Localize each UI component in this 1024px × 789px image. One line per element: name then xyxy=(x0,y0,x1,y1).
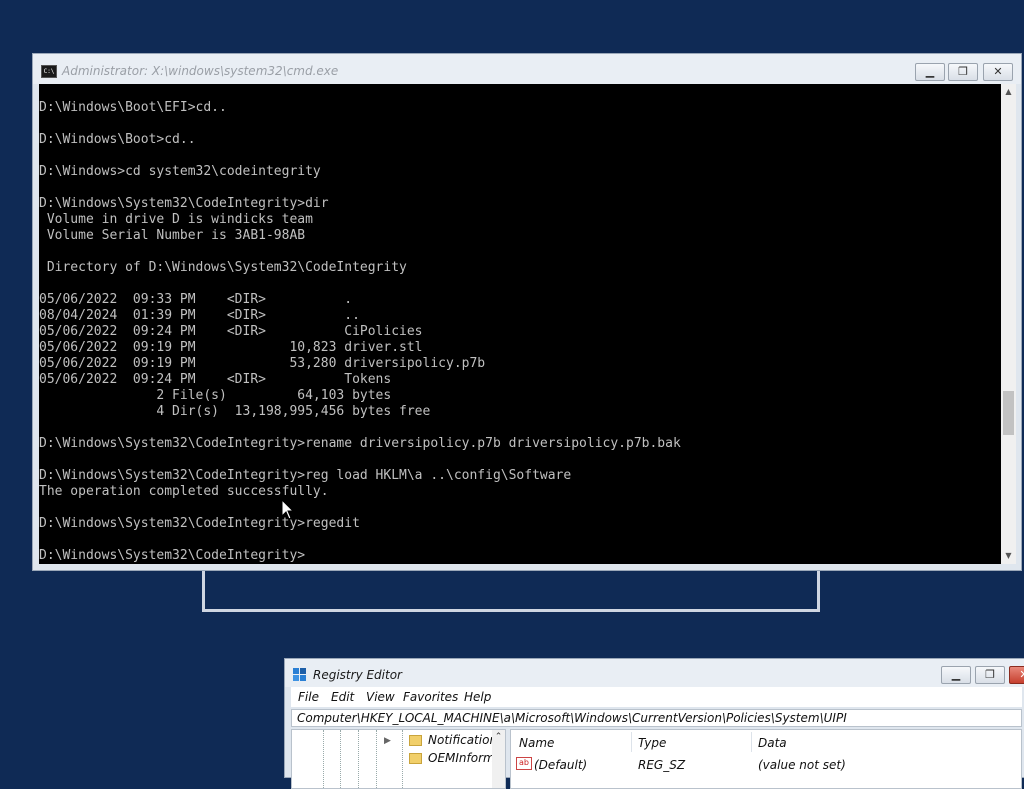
tree-item-label: Notificatior xyxy=(428,733,495,747)
maximize-button[interactable]: ❐ xyxy=(948,63,978,81)
folder-icon xyxy=(409,735,422,746)
console-line: The operation completed successfully. xyxy=(39,484,329,499)
console-line: D:\Windows\System32\CodeIntegrity>rename… xyxy=(39,436,681,451)
values-list[interactable]: Name Type Data ab (Default) REG_SZ (valu… xyxy=(510,729,1022,789)
console-line: Directory of D:\Windows\System32\CodeInt… xyxy=(39,260,407,275)
column-header-name[interactable]: Name xyxy=(519,736,554,750)
close-icon: ✕ xyxy=(993,65,1003,78)
scroll-up-arrow-icon[interactable]: ▲ xyxy=(1001,84,1016,100)
minimize-button[interactable]: ▁ xyxy=(941,666,971,684)
close-button[interactable]: ✕ xyxy=(1009,666,1024,684)
console-line: D:\Windows\System32\CodeIntegrity>dir xyxy=(39,196,329,211)
scroll-down-arrow-icon[interactable]: ▼ xyxy=(1001,548,1016,564)
maximize-button[interactable]: ❐ xyxy=(975,666,1005,684)
value-type: REG_SZ xyxy=(638,758,686,772)
reg-sz-icon: ab xyxy=(516,757,532,770)
cmd-window-title: Administrator: X:\windows\system32\cmd.e… xyxy=(62,64,339,78)
console-line: Volume Serial Number is 3AB1-98AB xyxy=(39,228,306,243)
scrollbar-thumb[interactable] xyxy=(1003,391,1014,435)
restore-icon: ❐ xyxy=(985,668,995,681)
registry-tree[interactable]: ▶ Notificatior OEMInform ⌃ xyxy=(291,729,506,789)
console-line: 05/06/2022 09:33 PM <DIR> . xyxy=(39,292,353,307)
close-icon: ✕ xyxy=(1010,667,1024,683)
minimize-icon: ▁ xyxy=(951,668,961,681)
minimize-button[interactable]: ▁ xyxy=(915,63,945,81)
console-line: D:\Windows\System32\CodeIntegrity>reg lo… xyxy=(39,468,572,483)
folder-icon xyxy=(409,753,422,764)
close-button[interactable]: ✕ xyxy=(983,63,1013,81)
value-name[interactable]: (Default) xyxy=(534,758,587,772)
cmd-window[interactable]: C:\ Administrator: X:\windows\system32\c… xyxy=(32,53,1022,571)
minimize-icon: ▁ xyxy=(925,65,935,78)
console-line: 2 File(s) 64,103 bytes xyxy=(39,388,392,403)
tree-item-label: OEMInform xyxy=(428,751,495,765)
console-output[interactable]: D:\Windows\Boot\EFI>cd.. D:\Windows\Boot>… xyxy=(39,84,1001,564)
column-header-type[interactable]: Type xyxy=(638,736,666,750)
cmd-titlebar[interactable]: C:\ Administrator: X:\windows\system32\c… xyxy=(33,54,1021,84)
console-line: 08/04/2024 01:39 PM <DIR> .. xyxy=(39,308,360,323)
console-line: D:\Windows>cd system32\codeintegrity xyxy=(39,164,321,179)
console-line: Volume in drive D is windicks team xyxy=(39,212,313,227)
restore-icon: ❐ xyxy=(958,65,968,78)
menu-edit[interactable]: Edit xyxy=(331,690,354,704)
menu-favorites[interactable]: Favorites xyxy=(403,690,458,704)
registry-editor-titlebar[interactable]: Registry Editor ▁ ❐ ✕ xyxy=(285,659,1024,687)
cmd-icon: C:\ xyxy=(41,65,57,78)
menu-view[interactable]: View xyxy=(366,690,395,704)
console-line: 4 Dir(s) 13,198,995,456 bytes free xyxy=(39,404,431,419)
scroll-up-arrow-icon[interactable]: ⌃ xyxy=(492,730,505,744)
console-line: D:\Windows\Boot>cd.. xyxy=(39,132,196,147)
console-line: D:\Windows\System32\CodeIntegrity> xyxy=(39,548,306,563)
value-data: (value not set) xyxy=(758,758,846,772)
mouse-pointer-icon xyxy=(281,499,295,520)
registry-editor-icon xyxy=(293,668,306,681)
registry-editor-title: Registry Editor xyxy=(313,668,402,682)
expand-arrow-icon[interactable]: ▶ xyxy=(384,736,391,746)
menu-bar: File Edit View Favorites Help xyxy=(291,687,1022,707)
tree-scrollbar[interactable]: ⌃ xyxy=(492,730,505,788)
menu-help[interactable]: Help xyxy=(464,690,491,704)
address-bar[interactable]: Computer\HKEY_LOCAL_MACHINE\a\Microsoft\… xyxy=(291,709,1022,727)
console-line: 05/06/2022 09:24 PM <DIR> CiPolicies xyxy=(39,324,423,339)
console-line: 05/06/2022 09:24 PM <DIR> Tokens xyxy=(39,372,392,387)
console-line: D:\Windows\System32\CodeIntegrity>regedi… xyxy=(39,516,360,531)
console-line: D:\Windows\Boot\EFI>cd.. xyxy=(39,100,227,115)
menu-file[interactable]: File xyxy=(298,690,319,704)
registry-editor-window[interactable]: Registry Editor ▁ ❐ ✕ File Edit View Fav… xyxy=(284,658,1024,789)
console-scrollbar[interactable]: ▲ ▼ xyxy=(1001,84,1016,564)
console-line: 05/06/2022 09:19 PM 53,280 driversipolic… xyxy=(39,356,486,371)
console-lines: D:\Windows\Boot\EFI>cd.. D:\Windows\Boot>… xyxy=(39,100,681,564)
column-header-data[interactable]: Data xyxy=(758,736,787,750)
console-line: 05/06/2022 09:19 PM 10,823 driver.stl xyxy=(39,340,423,355)
